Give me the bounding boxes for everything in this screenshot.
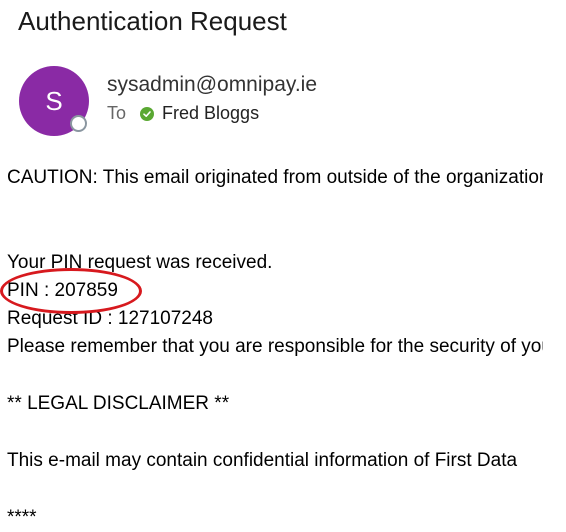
avatar-initial: S: [45, 85, 63, 116]
recipient-row: To Fred Bloggs: [107, 103, 259, 124]
red-ellipse-annotation: [0, 268, 142, 314]
presence-status-icon: [70, 115, 87, 132]
verified-check-icon: [140, 106, 155, 121]
stars-separator: ****: [7, 507, 37, 528]
security-reminder: Please remember that you are responsible…: [7, 336, 543, 357]
email-subject: Authentication Request: [18, 6, 287, 36]
sender-address[interactable]: sysadmin@omnipay.ie: [107, 73, 317, 97]
disclaimer-text: This e-mail may contain confidential inf…: [7, 450, 518, 471]
caution-banner: CAUTION: This email originated from outs…: [7, 167, 543, 188]
recipient-name[interactable]: Fred Bloggs: [162, 103, 259, 124]
to-label: To: [107, 103, 127, 123]
legal-disclaimer-heading: ** LEGAL DISCLAIMER **: [7, 393, 230, 414]
